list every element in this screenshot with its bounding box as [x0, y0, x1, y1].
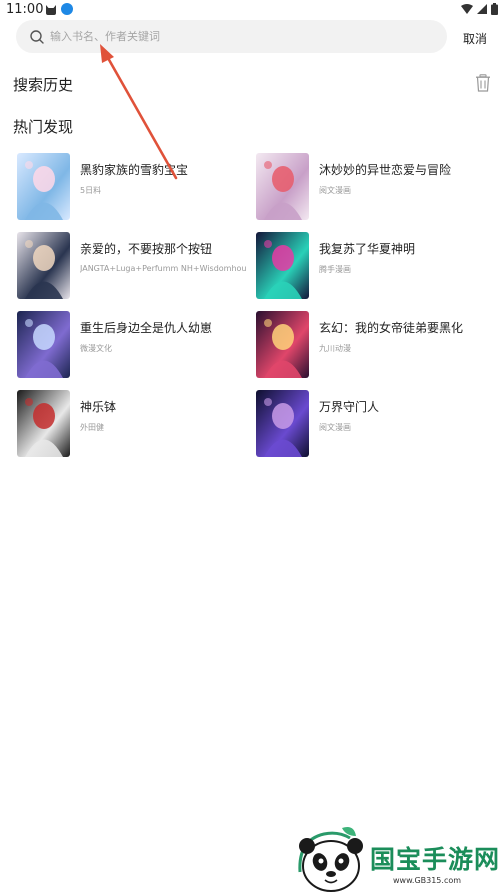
book-card[interactable]: 沐妙妙的异世恋爱与冒险阅文漫画 — [256, 153, 486, 221]
book-title: 亲爱的，不要按那个按钮 — [80, 242, 213, 256]
book-author: 九川动漫 — [319, 344, 351, 353]
book-cover-image[interactable] — [17, 390, 70, 457]
book-title: 神乐钵 — [80, 400, 117, 414]
book-title: 万界守门人 — [319, 400, 380, 414]
panda-logo — [298, 827, 363, 892]
cancel-button[interactable]: 取消 — [455, 29, 495, 47]
book-author: JANGTA+Luga+Perfumm NH+Wisdomhou... — [80, 264, 247, 273]
book-title: 沐妙妙的异世恋爱与冒险 — [319, 163, 452, 177]
book-author: 腾手漫画 — [319, 265, 351, 274]
book-card[interactable]: 万界守门人 阅文漫画 — [256, 390, 486, 458]
search-bar[interactable] — [16, 20, 447, 53]
cat-icon — [46, 5, 56, 15]
trash-icon[interactable] — [475, 74, 491, 92]
book-cover-image[interactable] — [256, 311, 309, 378]
book-card[interactable]: 重生后身边全是仇人幼崽微漫文化 — [17, 311, 247, 379]
search-icon — [30, 30, 44, 44]
book-cover-image[interactable] — [17, 232, 70, 299]
bluetooth-icon — [61, 3, 73, 15]
watermark-url: www.GB315.com — [393, 876, 462, 885]
signal-icon — [477, 4, 487, 14]
book-card[interactable]: 亲爱的，不要按那个按钮 JANGTA+Luga+Perfumm NH+Wisdom… — [17, 232, 247, 300]
watermark-brand: 国宝手游网 — [370, 845, 501, 874]
book-author: 5日料 — [80, 186, 102, 195]
book-title: 黑豹家族的雪豹宝宝 — [80, 163, 189, 177]
book-card[interactable]: 黑豹家族的雪豹宝宝 5日料 — [17, 153, 247, 221]
book-title: 重生后身边全是仇人幼崽 — [80, 321, 213, 335]
book-author: 外田健 — [80, 423, 104, 432]
book-card[interactable]: 我复苏了华夏神明腾手漫画 — [256, 232, 486, 300]
book-title: 玄幻：我的女帝徒弟要黑化 — [319, 321, 464, 335]
book-title: 我复苏了华夏神明 — [319, 242, 416, 256]
book-cover-image[interactable] — [17, 311, 70, 378]
search-input[interactable] — [50, 20, 430, 53]
search-history-title: 搜索历史 — [13, 76, 74, 94]
status-bar: 11:00 — [0, 0, 504, 20]
battery-icon — [491, 3, 498, 15]
book-card[interactable]: 玄幻：我的女帝徒弟要黑化九川动漫 — [256, 311, 486, 379]
book-card[interactable]: 神乐钵 外田健 — [17, 390, 247, 458]
status-time: 11:00 — [6, 2, 44, 17]
book-cover-image[interactable] — [17, 153, 70, 220]
book-author: 阅文漫画 — [319, 186, 351, 195]
wifi-icon — [461, 4, 473, 14]
watermark: 国宝手游网 www.GB315.com — [280, 812, 504, 896]
book-author: 微漫文化 — [80, 344, 112, 353]
status-right — [461, 3, 498, 15]
hot-discover-title: 热门发现 — [13, 118, 74, 136]
book-cover-image[interactable] — [256, 232, 309, 299]
book-cover-image[interactable] — [256, 153, 309, 220]
book-author: 阅文漫画 — [319, 423, 351, 432]
book-cover-image[interactable] — [256, 390, 309, 457]
